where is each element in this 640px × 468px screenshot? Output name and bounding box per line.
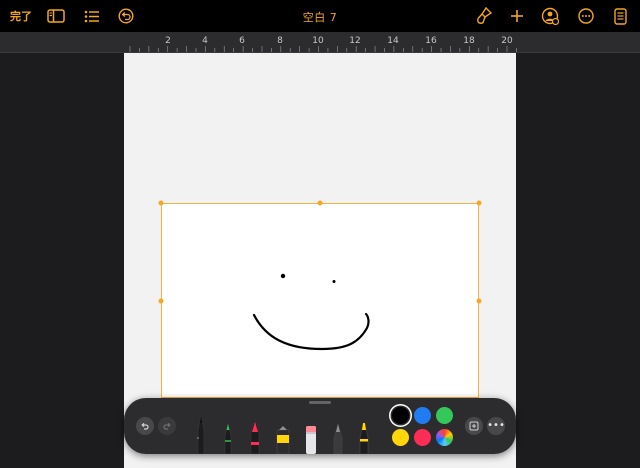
palette-undo-button[interactable]	[136, 417, 154, 435]
ruler-label: 12	[349, 36, 361, 46]
resize-handle-top[interactable]	[317, 200, 323, 206]
horizontal-ruler[interactable]: 2 4 6 8 10 12 14 16 18 20	[0, 32, 640, 53]
ruler-label: 20	[501, 36, 513, 46]
ruler-label: 6	[239, 36, 245, 46]
fountain-pen-tool[interactable]	[331, 408, 345, 454]
eraser-tool[interactable]	[304, 408, 318, 454]
add-square-icon	[469, 421, 479, 431]
color-swatch-red[interactable]	[414, 429, 431, 446]
drawing-canvas[interactable]	[161, 203, 479, 398]
color-swatch-black[interactable]	[392, 407, 409, 424]
document-setup-button[interactable]	[610, 5, 630, 27]
insert-shape-button[interactable]	[465, 417, 483, 435]
crayon-tool[interactable]	[275, 408, 291, 454]
undo-arrow-icon	[141, 422, 149, 430]
format-brush-icon	[477, 7, 492, 24]
color-picker-wheel[interactable]	[436, 429, 453, 446]
more-button[interactable]	[576, 5, 596, 27]
ruler-label: 14	[387, 36, 399, 46]
palette-redo-button[interactable]	[158, 417, 176, 435]
marker-tool[interactable]	[248, 408, 262, 454]
palette-more-button[interactable]: •••	[487, 417, 505, 435]
left-eye-stroke	[280, 273, 286, 279]
pen-tool[interactable]	[194, 408, 208, 454]
ruler-label: 4	[202, 36, 208, 46]
resize-handle-left[interactable]	[158, 298, 164, 304]
resize-handle-right[interactable]	[476, 298, 482, 304]
mouth-stroke	[252, 312, 370, 351]
insert-button[interactable]	[507, 5, 527, 27]
ruler-label: 16	[425, 36, 437, 46]
ruler-label: 18	[463, 36, 475, 46]
smiley-drawing[interactable]	[162, 204, 480, 399]
plus-icon	[511, 10, 523, 22]
color-swatch-blue[interactable]	[414, 407, 431, 424]
collaborate-button[interactable]	[540, 5, 560, 27]
color-swatch-green[interactable]	[436, 407, 453, 424]
resize-handle-top-right[interactable]	[476, 200, 482, 206]
ruler-label: 10	[312, 36, 324, 46]
drawing-tool-palette: •••	[124, 398, 516, 454]
more-icon	[578, 8, 594, 24]
pencil-tool[interactable]	[221, 408, 235, 454]
palette-grabber[interactable]	[309, 401, 331, 404]
format-button[interactable]	[474, 5, 494, 27]
ruler-label: 8	[277, 36, 283, 46]
resize-handle-top-left[interactable]	[158, 200, 164, 206]
document-icon	[613, 7, 627, 25]
collaborate-icon	[541, 7, 559, 25]
ruler-label: 2	[165, 36, 171, 46]
more-dots-icon: •••	[487, 420, 505, 431]
redo-arrow-icon	[163, 422, 171, 430]
top-toolbar: 完了 空白 7	[0, 0, 640, 32]
right-eye-stroke	[332, 280, 336, 283]
brush-tool[interactable]	[357, 408, 371, 454]
color-swatch-yellow[interactable]	[392, 429, 409, 446]
